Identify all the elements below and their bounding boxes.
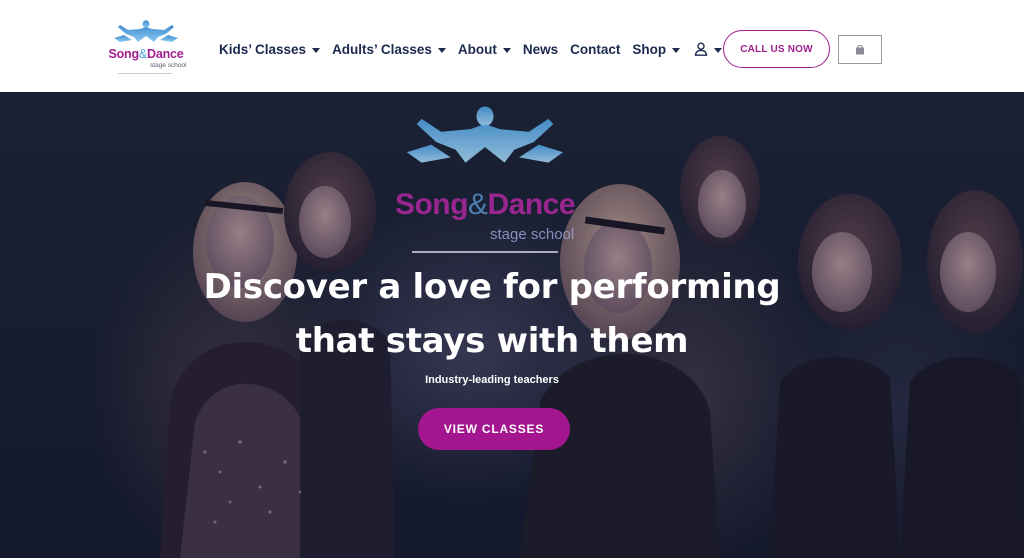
caret-down-icon xyxy=(312,47,321,53)
dancer-logo-icon xyxy=(406,106,564,163)
dancer-logo-icon xyxy=(114,20,178,42)
main-nav: Kids’ Classes Adults’ Classes About News… xyxy=(219,40,723,58)
nav-label: Contact xyxy=(570,41,621,57)
nav-item-about[interactable]: About xyxy=(458,42,511,57)
hero-tagline: Industry-leading teachers xyxy=(425,374,559,386)
site-header: Song&Dance stage school Kids’ Classes Ad… xyxy=(0,0,1024,92)
nav-label: Kids’ Classes xyxy=(219,41,307,57)
user-icon xyxy=(694,42,708,56)
call-us-button[interactable]: CALL US NOW xyxy=(723,30,830,68)
site-logo[interactable]: Song&Dance stage school xyxy=(104,20,188,76)
nav-item-contact[interactable]: Contact xyxy=(570,42,620,57)
nav-label: Shop xyxy=(632,41,667,57)
hero-logo-subtitle: stage school xyxy=(490,226,575,243)
nav-item-news[interactable]: News xyxy=(523,42,558,57)
hero-headline-line-1: Discover a love for performing xyxy=(203,267,781,307)
nav-item-adults-classes[interactable]: Adults’ Classes xyxy=(332,42,446,57)
nav-item-shop[interactable]: Shop xyxy=(632,41,681,57)
shopping-bag-icon xyxy=(856,44,864,55)
nav-item-kids-classes[interactable]: Kids’ Classes xyxy=(219,41,321,57)
caret-down-icon xyxy=(437,47,446,53)
hero-logo-wordmark: Song&Dance xyxy=(394,188,576,221)
nav-label: About xyxy=(457,41,497,57)
view-classes-button[interactable]: VIEW CLASSES xyxy=(418,408,570,450)
logo-subtitle: stage school xyxy=(150,62,187,69)
hero-logo-divider xyxy=(412,251,558,253)
hero-logo: Song&Dance stage school xyxy=(380,106,590,253)
logo-wordmark: Song&Dance xyxy=(108,47,184,61)
caret-down-icon xyxy=(672,47,681,53)
hero-headline-line-2: that stays with them xyxy=(295,321,689,361)
cart-button[interactable] xyxy=(838,35,882,64)
caret-down-icon xyxy=(502,47,511,53)
hero-headline: Discover a love for performing that stay… xyxy=(150,260,834,368)
nav-label: News xyxy=(522,41,559,57)
logo-divider xyxy=(118,73,172,74)
nav-label: Adults’ Classes xyxy=(332,41,432,57)
account-menu[interactable] xyxy=(694,42,723,56)
caret-down-icon xyxy=(714,47,723,53)
hero-banner: Song&Dance stage school Discover a love … xyxy=(0,92,1024,558)
